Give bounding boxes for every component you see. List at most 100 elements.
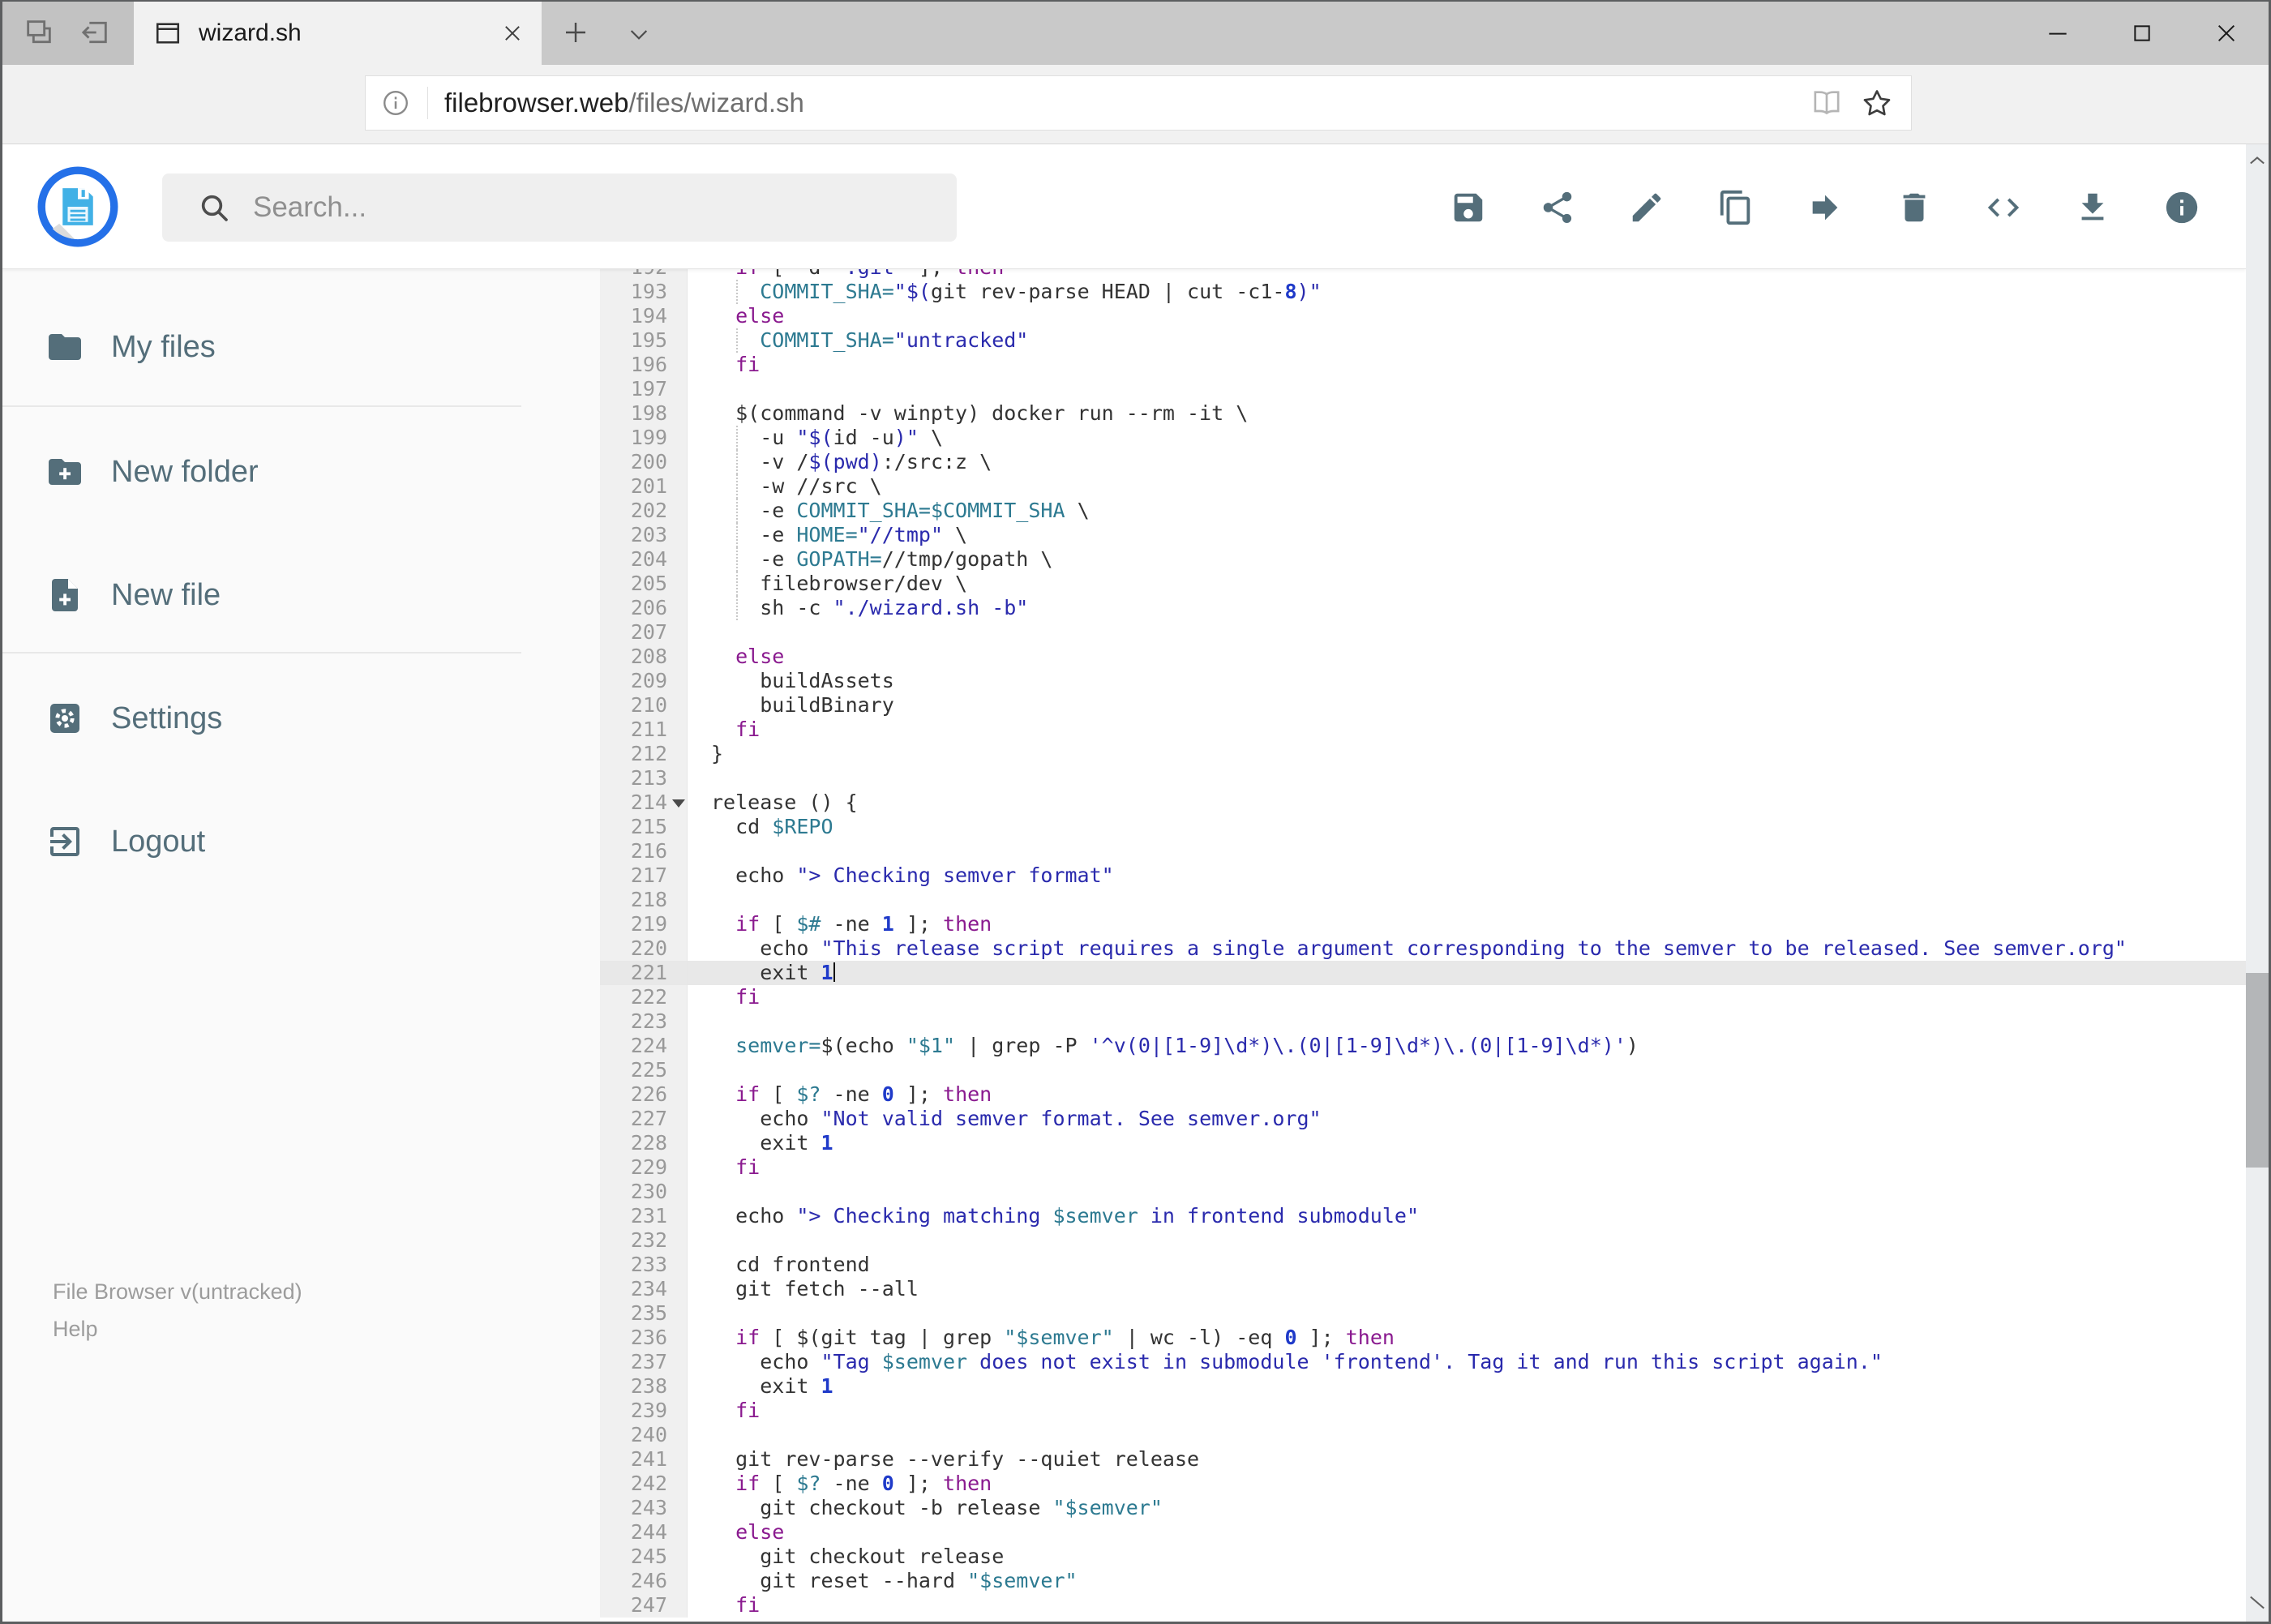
code-line-205[interactable]: 205 filebrowser/dev \: [600, 572, 2246, 596]
code-line-222[interactable]: 222 fi: [600, 985, 2246, 1009]
code-line-217[interactable]: 217 echo "> Checking semver format": [600, 863, 2246, 888]
share-button[interactable]: [1539, 189, 1576, 226]
code-line-227[interactable]: 227 echo "Not valid semver format. See s…: [600, 1107, 2246, 1131]
tab-preview-icon[interactable]: [23, 16, 55, 49]
sidebar-item-new-file[interactable]: New file: [2, 563, 538, 628]
code-line-243[interactable]: 243 git checkout -b release "$semver": [600, 1496, 2246, 1520]
code-line-219[interactable]: 219 if [ $# -ne 1 ]; then: [600, 912, 2246, 936]
code-line-239[interactable]: 239 fi: [600, 1399, 2246, 1423]
code-line-244[interactable]: 244 else: [600, 1520, 2246, 1545]
code-line-203[interactable]: 203 -e HOME="//tmp" \: [600, 523, 2246, 547]
set-tabs-aside-icon[interactable]: [79, 16, 111, 49]
site-info-icon[interactable]: [380, 88, 411, 118]
sidebar-item-new-folder[interactable]: New folder: [2, 439, 538, 504]
download-button[interactable]: [2074, 189, 2111, 226]
code-line-246[interactable]: 246 git reset --hard "$semver": [600, 1569, 2246, 1593]
raw-button[interactable]: [1985, 189, 2022, 226]
close-window-button[interactable]: [2184, 2, 2269, 65]
scroll-down-icon[interactable]: [2246, 1594, 2269, 1617]
code-text: -u "$(id -u)" \: [688, 426, 2246, 450]
favorite-star-icon[interactable]: [1861, 87, 1893, 119]
copy-button[interactable]: [1717, 189, 1755, 226]
code-line-245[interactable]: 245 git checkout release: [600, 1545, 2246, 1569]
code-line-209[interactable]: 209 buildAssets: [600, 669, 2246, 693]
code-line-208[interactable]: 208 else: [600, 645, 2246, 669]
scroll-up-icon[interactable]: [2246, 149, 2269, 172]
code-line-199[interactable]: 199 -u "$(id -u)" \: [600, 426, 2246, 450]
code-line-200[interactable]: 200 -v /$(pwd):/src:z \: [600, 450, 2246, 474]
code-line-225[interactable]: 225: [600, 1058, 2246, 1082]
line-number: 201: [600, 474, 688, 499]
code-line-226[interactable]: 226 if [ $? -ne 0 ]; then: [600, 1082, 2246, 1107]
code-line-220[interactable]: 220 echo "This release script requires a…: [600, 936, 2246, 961]
tab-list-chevron-icon[interactable]: [626, 21, 652, 47]
code-line-221[interactable]: 221 exit 1: [600, 961, 2246, 985]
code-line-241[interactable]: 241 git rev-parse --verify --quiet relea…: [600, 1447, 2246, 1472]
code-line-202[interactable]: 202 -e COMMIT_SHA=$COMMIT_SHA \: [600, 499, 2246, 523]
code-line-242[interactable]: 242 if [ $? -ne 0 ]; then: [600, 1472, 2246, 1496]
code-line-233[interactable]: 233 cd frontend: [600, 1253, 2246, 1277]
code-line-194[interactable]: 194 else: [600, 304, 2246, 328]
code-line-215[interactable]: 215 cd $REPO: [600, 815, 2246, 839]
code-line-211[interactable]: 211 fi: [600, 718, 2246, 742]
code-text: -v /$(pwd):/src:z \: [688, 450, 2246, 474]
code-editor[interactable]: 192 if [ -d ".git" ]; then193 COMMIT_SHA…: [600, 269, 2246, 1622]
scrollbar[interactable]: [2246, 144, 2269, 1622]
code-line-210[interactable]: 210 buildBinary: [600, 693, 2246, 718]
code-text: -w //src \: [688, 474, 2246, 499]
search-bar[interactable]: [162, 174, 957, 242]
reading-view-icon[interactable]: [1810, 87, 1843, 119]
code-line-214[interactable]: 214 release () {: [600, 791, 2246, 815]
delete-button[interactable]: [1896, 189, 1933, 226]
code-line-223[interactable]: 223: [600, 1009, 2246, 1034]
code-line-213[interactable]: 213: [600, 766, 2246, 791]
code-line-216[interactable]: 216: [600, 839, 2246, 863]
code-line-235[interactable]: 235: [600, 1301, 2246, 1326]
address-bar[interactable]: filebrowser.web/files/wizard.sh: [365, 75, 1912, 131]
code-line-197[interactable]: 197: [600, 377, 2246, 401]
sidebar-item-my-files[interactable]: My files: [2, 315, 538, 379]
code-line-195[interactable]: 195 COMMIT_SHA="untracked": [600, 328, 2246, 353]
code-line-207[interactable]: 207: [600, 620, 2246, 645]
info-button[interactable]: [2163, 189, 2200, 226]
move-button[interactable]: [1806, 189, 1844, 226]
code-line-224[interactable]: 224 semver=$(echo "$1" | grep -P '^v(0|[…: [600, 1034, 2246, 1058]
sidebar-item-logout[interactable]: Logout: [2, 809, 538, 874]
code-line-196[interactable]: 196 fi: [600, 353, 2246, 377]
maximize-button[interactable]: [2100, 2, 2184, 65]
code-line-234[interactable]: 234 git fetch --all: [600, 1277, 2246, 1301]
code-line-231[interactable]: 231 echo "> Checking matching $semver in…: [600, 1204, 2246, 1228]
code-line-218[interactable]: 218: [600, 888, 2246, 912]
code-line-238[interactable]: 238 exit 1: [600, 1374, 2246, 1399]
fold-arrow-icon[interactable]: [672, 799, 685, 808]
rename-button[interactable]: [1628, 189, 1665, 226]
code-line-204[interactable]: 204 -e GOPATH=//tmp/gopath \: [600, 547, 2246, 572]
minimize-button[interactable]: [2016, 2, 2100, 65]
code-line-198[interactable]: 198 $(command -v winpty) docker run --rm…: [600, 401, 2246, 426]
code-line-201[interactable]: 201 -w //src \: [600, 474, 2246, 499]
code-line-232[interactable]: 232: [600, 1228, 2246, 1253]
scrollbar-thumb[interactable]: [2246, 973, 2269, 1168]
share-icon: [1543, 191, 1572, 224]
code-line-230[interactable]: 230: [600, 1180, 2246, 1204]
code-line-237[interactable]: 237 echo "Tag $semver does not exist in …: [600, 1350, 2246, 1374]
code-line-193[interactable]: 193 COMMIT_SHA="$(git rev-parse HEAD | c…: [600, 280, 2246, 304]
tab-close-icon[interactable]: [501, 22, 524, 45]
code-line-236[interactable]: 236 if [ $(git tag | grep "$semver" | wc…: [600, 1326, 2246, 1350]
code-line-240[interactable]: 240: [600, 1423, 2246, 1447]
help-link[interactable]: Help: [53, 1317, 98, 1342]
line-number: 205: [600, 572, 688, 596]
code-line-206[interactable]: 206 sh -c "./wizard.sh -b": [600, 596, 2246, 620]
code-line-247[interactable]: 247 fi: [600, 1593, 2246, 1618]
code-line-212[interactable]: 212}: [600, 742, 2246, 766]
save-button[interactable]: [1450, 189, 1487, 226]
filebrowser-logo[interactable]: [37, 166, 118, 247]
code-line-228[interactable]: 228 exit 1: [600, 1131, 2246, 1155]
code-line-229[interactable]: 229 fi: [600, 1155, 2246, 1180]
code-line-192[interactable]: 192 if [ -d ".git" ]; then: [600, 269, 2246, 280]
sidebar-item-settings[interactable]: Settings: [2, 686, 538, 751]
search-input[interactable]: [251, 191, 871, 225]
address-bar-actions: [1810, 87, 1911, 119]
new-tab-button[interactable]: [561, 18, 590, 47]
browser-tab[interactable]: wizard.sh: [134, 2, 542, 65]
